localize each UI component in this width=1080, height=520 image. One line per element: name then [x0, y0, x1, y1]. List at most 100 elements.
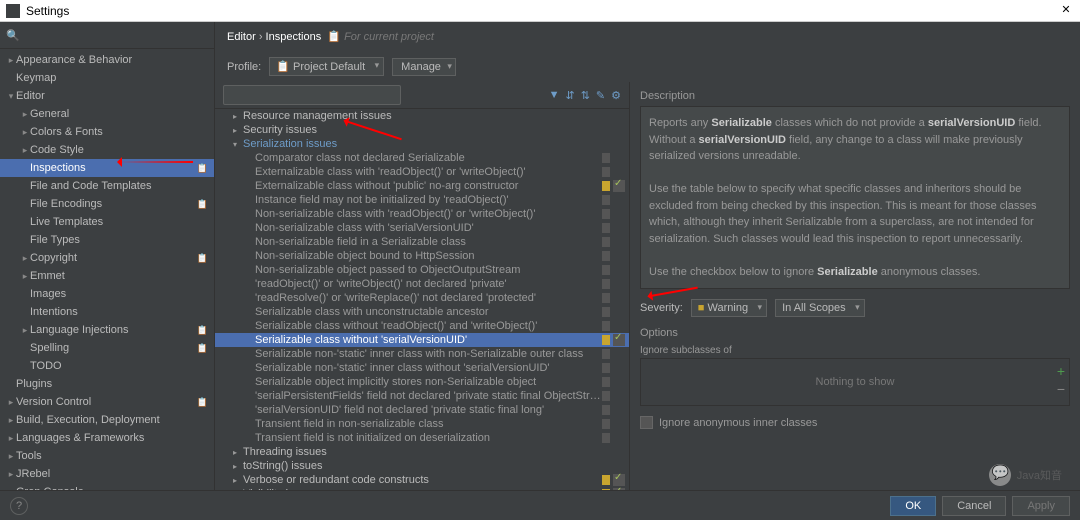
inspection-item[interactable]: Serializable non-'static' inner class wi…: [215, 361, 629, 375]
severity-combo[interactable]: ■ Warning: [691, 299, 767, 317]
empty-text: Nothing to show: [816, 376, 895, 388]
sidebar-item[interactable]: Images: [0, 285, 214, 303]
inspection-group[interactable]: ▸Threading issues: [215, 445, 629, 459]
inspection-group[interactable]: ▸Visibility issues: [215, 487, 629, 490]
sidebar-item[interactable]: ▸Version Control📋: [0, 393, 214, 411]
collapse-icon[interactable]: ⇅: [581, 89, 590, 102]
sidebar-item-label: Inspections: [30, 162, 197, 174]
sidebar-item[interactable]: ▸Colors & Fonts: [0, 123, 214, 141]
inspection-item[interactable]: 'readObject()' or 'writeObject()' not de…: [215, 277, 629, 291]
description-box: Reports any Serializable classes which d…: [640, 106, 1070, 289]
sidebar-item[interactable]: ▸Build, Execution, Deployment: [0, 411, 214, 429]
sidebar-item[interactable]: Spelling📋: [0, 339, 214, 357]
help-button[interactable]: ?: [10, 497, 28, 515]
inspection-item[interactable]: 'serialVersionUID' field not declared 'p…: [215, 403, 629, 417]
inspection-item[interactable]: Non-serializable object bound to HttpSes…: [215, 249, 629, 263]
inspection-group[interactable]: ▸Resource management issues: [215, 109, 629, 123]
sidebar-item[interactable]: ▸Appearance & Behavior: [0, 51, 214, 69]
severity-icon: [602, 167, 610, 177]
sidebar-item[interactable]: ▸Languages & Frameworks: [0, 429, 214, 447]
chevron-icon: ▸: [20, 127, 30, 138]
apply-button[interactable]: Apply: [1012, 496, 1070, 516]
ok-button[interactable]: OK: [890, 496, 936, 516]
sidebar-item[interactable]: ▸General: [0, 105, 214, 123]
sidebar-item[interactable]: File Types: [0, 231, 214, 249]
inspection-item[interactable]: Serializable class without 'serialVersio…: [215, 333, 629, 347]
sidebar-item[interactable]: Intentions: [0, 303, 214, 321]
sidebar-item[interactable]: Plugins: [0, 375, 214, 393]
search-icon: 🔍: [6, 29, 20, 42]
app-icon: [6, 4, 20, 18]
severity-icon: [602, 223, 610, 233]
chevron-icon: ▸: [20, 253, 30, 264]
sidebar-item[interactable]: File Encodings📋: [0, 195, 214, 213]
sidebar-item[interactable]: ▸Tools: [0, 447, 214, 465]
enable-checkbox[interactable]: [613, 488, 625, 490]
inspection-item[interactable]: Serializable non-'static' inner class wi…: [215, 347, 629, 361]
enable-checkbox[interactable]: [613, 474, 625, 486]
expand-icon[interactable]: ⇵: [565, 89, 574, 102]
sidebar-item[interactable]: TODO: [0, 357, 214, 375]
breadcrumb-b[interactable]: Inspections: [266, 31, 322, 43]
add-icon[interactable]: +: [1057, 363, 1065, 379]
inspection-item[interactable]: Serializable class with unconstructable …: [215, 305, 629, 319]
inspection-item[interactable]: Serializable class without 'readObject()…: [215, 319, 629, 333]
sidebar-item[interactable]: ▸Copyright📋: [0, 249, 214, 267]
profile-row: Profile: 📋 Project Default Manage: [215, 51, 1080, 82]
sidebar-item[interactable]: ▾Editor: [0, 87, 214, 105]
ignore-anon-checkbox[interactable]: [640, 416, 653, 429]
sidebar-item-label: JRebel: [16, 468, 208, 480]
scope-combo[interactable]: In All Scopes: [775, 299, 865, 317]
inspection-item[interactable]: Non-serializable class with 'readObject(…: [215, 207, 629, 221]
reset-icon[interactable]: ✎: [596, 89, 605, 102]
sidebar-item-label: Languages & Frameworks: [16, 432, 208, 444]
filter-input[interactable]: [223, 85, 401, 105]
sidebar-item-label: Images: [30, 288, 208, 300]
chevron-icon: ▸: [20, 325, 30, 336]
inspection-item[interactable]: Non-serializable object passed to Object…: [215, 263, 629, 277]
inspection-item[interactable]: 'serialPersistentFields' field not decla…: [215, 389, 629, 403]
inspection-item[interactable]: Non-serializable field in a Serializable…: [215, 235, 629, 249]
inspection-item[interactable]: Instance field may not be initialized by…: [215, 193, 629, 207]
sidebar-item[interactable]: ▸JRebel: [0, 465, 214, 483]
sidebar-item[interactable]: ▸Emmet: [0, 267, 214, 285]
enable-checkbox[interactable]: [613, 180, 625, 192]
severity-icon: [602, 335, 610, 345]
sidebar-item[interactable]: File and Code Templates: [0, 177, 214, 195]
sidebar-item[interactable]: Grep Console: [0, 483, 214, 490]
inspection-group[interactable]: ▸Verbose or redundant code constructs: [215, 473, 629, 487]
cancel-button[interactable]: Cancel: [942, 496, 1006, 516]
inspection-item[interactable]: Externalizable class with 'readObject()'…: [215, 165, 629, 179]
inspection-group[interactable]: ▸toString() issues: [215, 459, 629, 473]
sidebar-item-label: Tools: [16, 450, 208, 462]
badge-icon: 📋: [197, 397, 208, 408]
inspection-item[interactable]: Serializable object implicitly stores no…: [215, 375, 629, 389]
inspection-group[interactable]: ▸Security issues: [215, 123, 629, 137]
severity-icon: [602, 475, 610, 485]
inspection-group[interactable]: ▾Serialization issues: [215, 137, 629, 151]
sidebar-item[interactable]: ▸Code Style: [0, 141, 214, 159]
manage-button[interactable]: Manage: [392, 58, 456, 76]
sidebar-item[interactable]: Live Templates: [0, 213, 214, 231]
sidebar-item[interactable]: Inspections📋: [0, 159, 214, 177]
inspection-item[interactable]: Non-serializable class with 'serialVersi…: [215, 221, 629, 235]
inspection-item[interactable]: Comparator class not declared Serializab…: [215, 151, 629, 165]
inspection-item[interactable]: Externalizable class without 'public' no…: [215, 179, 629, 193]
sidebar-item[interactable]: ▸Language Injections📋: [0, 321, 214, 339]
inspection-item[interactable]: Transient field is not initialized on de…: [215, 431, 629, 445]
sidebar-search-input[interactable]: [24, 26, 208, 44]
filter-icon[interactable]: ▼: [549, 89, 560, 102]
badge-icon: 📋: [197, 343, 208, 354]
enable-checkbox[interactable]: [613, 334, 625, 346]
gear-icon[interactable]: ⚙: [611, 89, 621, 102]
sidebar-item[interactable]: Keymap: [0, 69, 214, 87]
breadcrumb-a[interactable]: Editor: [227, 31, 256, 43]
profile-combo[interactable]: 📋 Project Default: [269, 57, 384, 76]
chevron-icon: ▸: [20, 109, 30, 120]
inspection-item[interactable]: 'readResolve()' or 'writeReplace()' not …: [215, 291, 629, 305]
close-icon[interactable]: ✕: [1058, 3, 1074, 19]
inspection-label: Serializable class with unconstructable …: [255, 306, 602, 318]
inspection-item[interactable]: Transient field in non-serializable clas…: [215, 417, 629, 431]
severity-icon: [602, 307, 610, 317]
remove-icon[interactable]: −: [1057, 381, 1065, 397]
